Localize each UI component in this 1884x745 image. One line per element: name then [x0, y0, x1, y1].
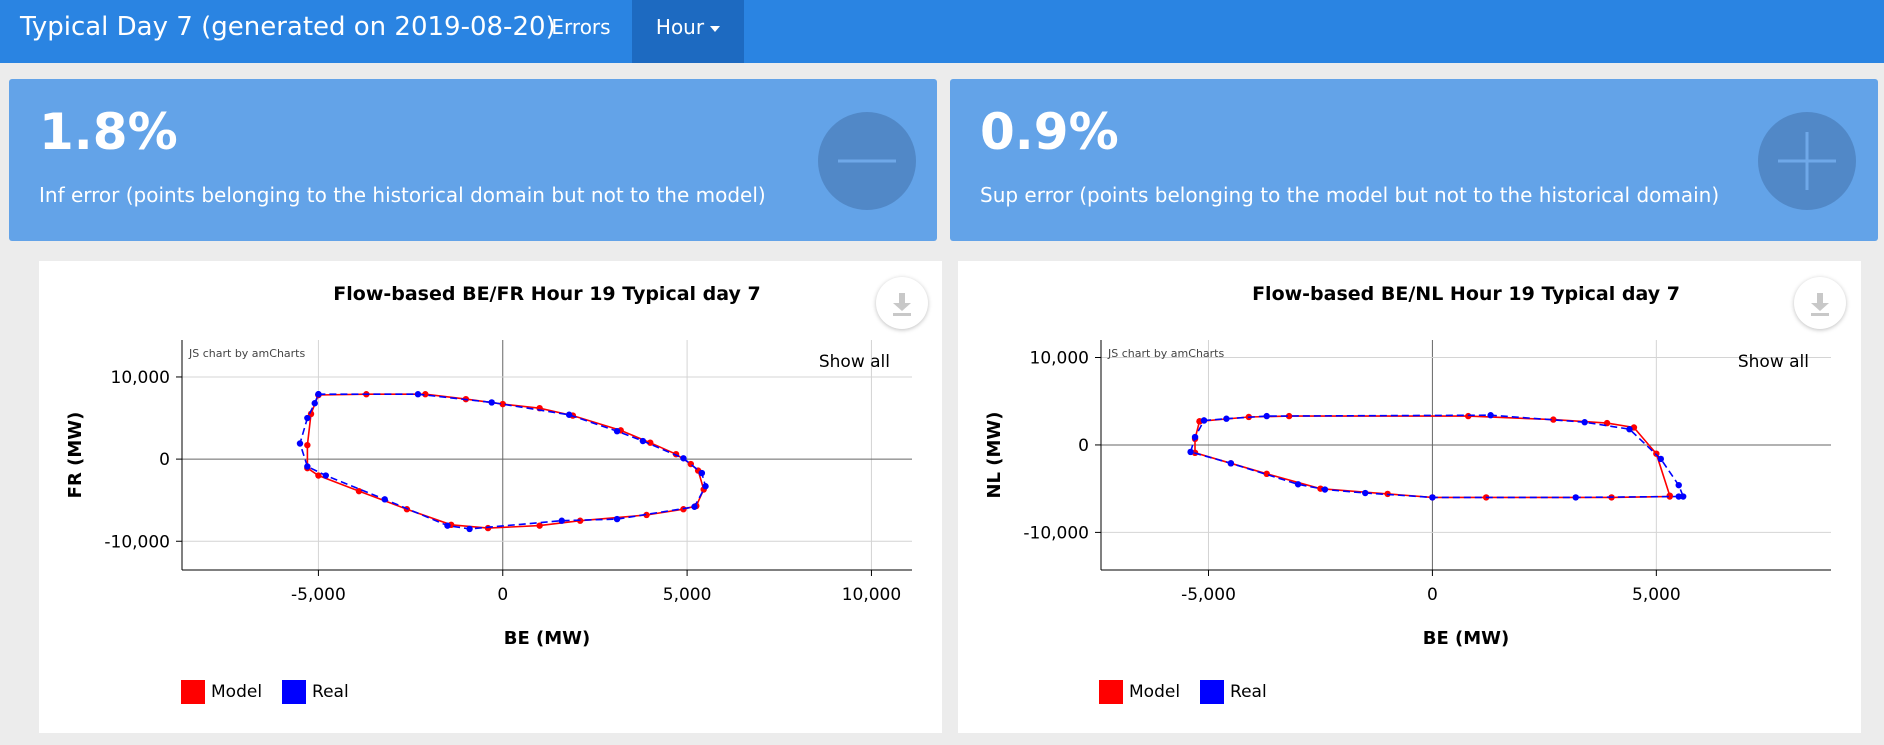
x-tick-label: 5,000	[663, 585, 712, 605]
chart-panel-be-fr: Flow-based BE/FR Hour 19 Typical day 7 -5…	[39, 261, 942, 733]
sup-error-value: 0.9%	[980, 103, 1119, 161]
data-point-real	[1429, 494, 1436, 501]
inf-error-subtitle: Inf error (points belonging to the histo…	[39, 183, 766, 207]
chart-title: Flow-based BE/NL Hour 19 Typical day 7	[1252, 283, 1680, 305]
data-point-real	[1675, 493, 1682, 500]
data-point-real	[488, 399, 495, 406]
x-tick-label: 0	[1427, 585, 1438, 605]
data-point-real	[466, 525, 473, 533]
data-point-real	[1263, 412, 1270, 420]
show-all-button[interactable]: Show all	[1738, 352, 1809, 372]
legend-swatch-model[interactable]	[181, 680, 205, 704]
nav-errors-label: Errors	[551, 15, 611, 39]
data-point-model	[355, 487, 363, 495]
amcharts-credit: JS chart by amCharts	[188, 347, 305, 360]
y-tick-label: 10,000	[111, 368, 170, 388]
data-point-real	[1294, 481, 1302, 488]
legend: Model Real	[181, 679, 369, 705]
x-axis-label: BE (MW)	[1423, 628, 1510, 649]
data-point-real	[558, 517, 565, 524]
legend-swatch-model[interactable]	[1099, 680, 1123, 704]
data-point-real	[565, 411, 573, 418]
nav-hour-label: Hour	[655, 15, 705, 39]
data-point-real	[1227, 460, 1235, 467]
data-point-model	[1263, 470, 1270, 478]
data-point-real	[1581, 419, 1588, 426]
data-point-real	[296, 440, 304, 447]
dashboard-title: Typical Day 7 (generated on 2019-08-20)	[20, 12, 556, 42]
x-tick-label: 0	[497, 585, 508, 605]
y-tick-label: -10,000	[1023, 523, 1089, 543]
legend: Model Real	[1099, 679, 1287, 705]
data-point-real	[315, 391, 322, 398]
data-point-model	[304, 441, 311, 449]
data-point-real	[1572, 494, 1579, 501]
data-point-real	[322, 472, 329, 479]
data-point-real	[702, 483, 709, 490]
legend-label-real[interactable]: Real	[1230, 682, 1267, 702]
data-point-real	[1321, 486, 1329, 493]
chart-be-fr: Flow-based BE/FR Hour 19 Typical day 7 -5…	[65, 283, 912, 649]
data-point-real	[1675, 481, 1682, 489]
data-point-real	[691, 503, 698, 510]
y-tick-label: 10,000	[1030, 348, 1089, 368]
data-point-real	[311, 400, 318, 407]
y-axis-label: NL (MW)	[984, 411, 1005, 498]
data-point-real	[1200, 417, 1208, 424]
nav-errors-tab[interactable]: Errors	[539, 0, 623, 63]
chart-title: Flow-based BE/FR Hour 19 Typical day 7	[333, 283, 760, 305]
y-tick-label: 0	[1078, 436, 1089, 456]
sup-error-valuebox: 0.9% Sup error (points belonging to the …	[950, 79, 1878, 241]
series-line-real	[1189, 414, 1685, 499]
x-tick-label: 10,000	[842, 585, 901, 605]
chart-panel-be-nl: Flow-based BE/NL Hour 19 Typical day 7 -5…	[958, 261, 1861, 733]
plus-icon	[1758, 112, 1856, 210]
data-point-real	[444, 522, 451, 529]
data-point-model	[536, 522, 543, 529]
x-axis-label: BE (MW)	[504, 628, 591, 649]
nav-hour-dropdown[interactable]: Hour	[632, 0, 744, 63]
minus-icon	[818, 112, 916, 210]
data-point-real	[680, 455, 687, 462]
y-tick-label: 0	[159, 450, 170, 470]
data-point-real	[1187, 448, 1194, 456]
navbar: Typical Day 7 (generated on 2019-08-20) …	[0, 0, 1884, 63]
data-point-real	[1626, 426, 1633, 433]
legend-swatch-real[interactable]	[1200, 680, 1225, 704]
caret-down-icon	[710, 25, 721, 32]
data-point-real	[613, 515, 621, 523]
y-tick-label: -10,000	[104, 532, 170, 552]
data-point-real	[304, 463, 311, 470]
data-point-real	[304, 414, 311, 422]
data-point-real	[1487, 412, 1494, 419]
series-line-model	[306, 393, 705, 529]
data-point-real	[414, 391, 422, 398]
data-point-real	[1191, 433, 1199, 441]
data-point-real	[1362, 489, 1369, 497]
data-point-real	[639, 437, 647, 445]
data-point-real	[1223, 415, 1230, 422]
legend-swatch-real[interactable]	[282, 680, 307, 704]
x-tick-label: 5,000	[1632, 585, 1681, 605]
show-all-button[interactable]: Show all	[819, 352, 890, 372]
x-tick-label: -5,000	[291, 585, 346, 605]
data-point-real	[613, 427, 621, 435]
data-point-real	[698, 469, 706, 477]
sup-error-subtitle: Sup error (points belonging to the model…	[980, 183, 1720, 207]
chart-be-nl: Flow-based BE/NL Hour 19 Typical day 7 -5…	[984, 283, 1831, 649]
data-point-real	[1657, 455, 1665, 463]
x-tick-label: -5,000	[1181, 585, 1236, 605]
inf-error-value: 1.8%	[39, 103, 178, 161]
legend-label-model[interactable]: Model	[211, 682, 262, 702]
y-axis-label: FR (MW)	[65, 412, 86, 499]
inf-error-valuebox: 1.8% Inf error (points belonging to the …	[9, 79, 937, 241]
amcharts-credit: JS chart by amCharts	[1107, 347, 1224, 360]
data-point-model	[484, 524, 492, 532]
legend-label-model[interactable]: Model	[1129, 682, 1180, 702]
data-point-real	[381, 496, 388, 503]
legend-label-real[interactable]: Real	[312, 682, 349, 702]
